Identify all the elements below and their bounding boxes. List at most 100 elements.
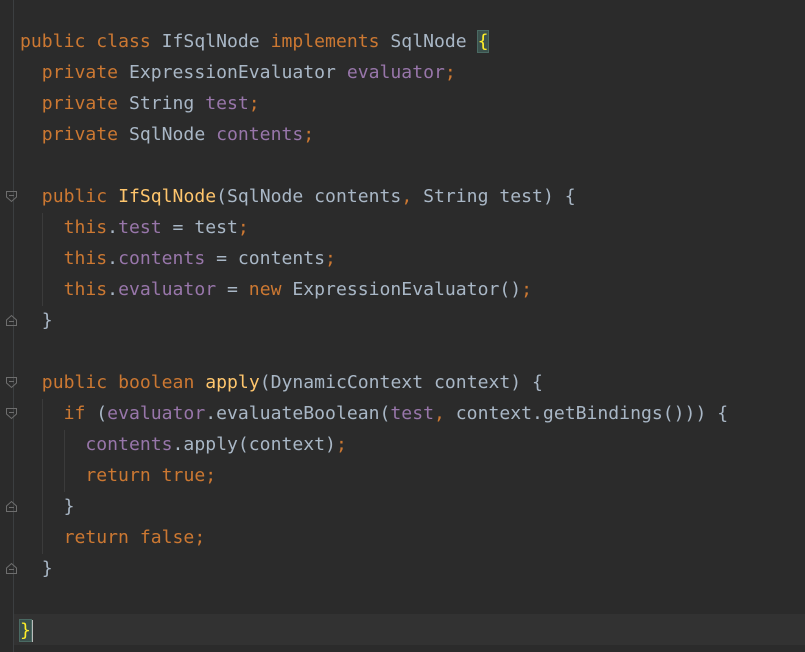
code-line[interactable]: public class IfSqlNode implements SqlNod… <box>20 26 490 57</box>
code-token: ; <box>521 279 533 300</box>
code-token: SqlNode <box>118 124 217 145</box>
code-token: evaluator <box>118 279 217 300</box>
code-token: true <box>161 465 206 486</box>
code-token: } <box>20 310 53 331</box>
code-line[interactable]: return false; <box>20 522 206 553</box>
code-token: evaluator <box>107 403 206 424</box>
code-token: return <box>63 527 129 548</box>
code-token: test <box>118 217 162 238</box>
code-token: . <box>107 279 119 300</box>
code-token: ExpressionEvaluator <box>118 62 347 83</box>
fold-collapse-icon[interactable] <box>5 407 18 420</box>
fold-end-icon[interactable] <box>5 314 18 327</box>
code-token: ExpressionEvaluator() <box>281 279 522 300</box>
code-token: this <box>63 279 108 300</box>
code-line[interactable]: private String test; <box>20 88 260 119</box>
code-token: SqlNode <box>379 31 478 52</box>
code-token: ; <box>205 465 217 486</box>
matched-brace: { <box>476 30 490 53</box>
code-token: this <box>63 217 108 238</box>
code-token: } <box>20 558 53 579</box>
code-token: = test <box>161 217 238 238</box>
fold-end-icon[interactable] <box>5 562 18 575</box>
code-line[interactable]: } <box>19 615 33 646</box>
code-token: IfSqlNode <box>118 186 217 207</box>
code-token: ; <box>237 217 249 238</box>
code-token: public <box>20 31 86 52</box>
fold-end-icon[interactable] <box>5 500 18 513</box>
code-token: (DynamicContext context) { <box>259 372 543 393</box>
fold-collapse-icon[interactable] <box>5 376 18 389</box>
code-token: ( <box>85 403 108 424</box>
code-line[interactable]: return true; <box>20 460 216 491</box>
code-token: IfSqlNode <box>150 31 271 52</box>
code-token: .apply(context) <box>172 434 336 455</box>
code-line[interactable]: public IfSqlNode(SqlNode contents, Strin… <box>20 181 576 212</box>
code-token: return <box>85 465 151 486</box>
code-line[interactable]: this.test = test; <box>20 212 249 243</box>
code-token: = contents <box>205 248 326 269</box>
code-token: class <box>96 31 151 52</box>
code-token: ; <box>444 62 456 83</box>
code-token: , <box>401 186 413 207</box>
code-line[interactable]: public boolean apply(DynamicContext cont… <box>20 367 543 398</box>
code-editor[interactable]: public class IfSqlNode implements SqlNod… <box>0 0 805 652</box>
code-token: ; <box>325 248 336 269</box>
code-token: boolean <box>118 372 195 393</box>
code-line[interactable]: if (evaluator.evaluateBoolean(test, cont… <box>20 398 729 429</box>
code-token: public <box>41 186 108 207</box>
code-token: } <box>20 496 75 517</box>
matched-brace: } <box>19 619 32 642</box>
code-token: . <box>107 248 119 269</box>
code-line[interactable]: } <box>20 305 53 336</box>
code-token: test <box>205 93 249 114</box>
code-token: contents <box>85 434 173 455</box>
text-caret <box>30 620 33 642</box>
code-line[interactable]: } <box>20 491 75 522</box>
code-token: ; <box>248 93 260 114</box>
code-token: private <box>41 93 119 114</box>
code-token: contents <box>216 124 304 145</box>
fold-collapse-icon[interactable] <box>5 190 18 203</box>
code-token: String <box>118 93 206 114</box>
code-line[interactable]: this.evaluator = new ExpressionEvaluator… <box>20 274 532 305</box>
code-line[interactable]: } <box>20 553 53 584</box>
code-token: ; <box>335 434 347 455</box>
code-token: this <box>63 248 108 269</box>
caret-line-highlight <box>14 614 805 645</box>
code-token: apply <box>205 372 260 393</box>
code-token: if <box>63 403 86 424</box>
code-token: ; <box>194 527 206 548</box>
code-line[interactable]: contents.apply(context); <box>20 429 347 460</box>
code-token: implements <box>270 31 380 52</box>
code-token: . <box>107 217 119 238</box>
code-token: , <box>433 403 445 424</box>
code-token: private <box>41 62 119 83</box>
code-token: .evaluateBoolean( <box>205 403 391 424</box>
code-token: = <box>216 279 249 300</box>
code-token: private <box>41 124 119 145</box>
code-line[interactable]: private ExpressionEvaluator evaluator; <box>20 57 456 88</box>
code-token: context.getBindings())) { <box>444 403 729 424</box>
code-line[interactable]: private SqlNode contents; <box>20 119 314 150</box>
code-token: false <box>139 527 195 548</box>
code-line[interactable]: this.contents = contents; <box>20 243 336 274</box>
code-token: public <box>41 372 108 393</box>
